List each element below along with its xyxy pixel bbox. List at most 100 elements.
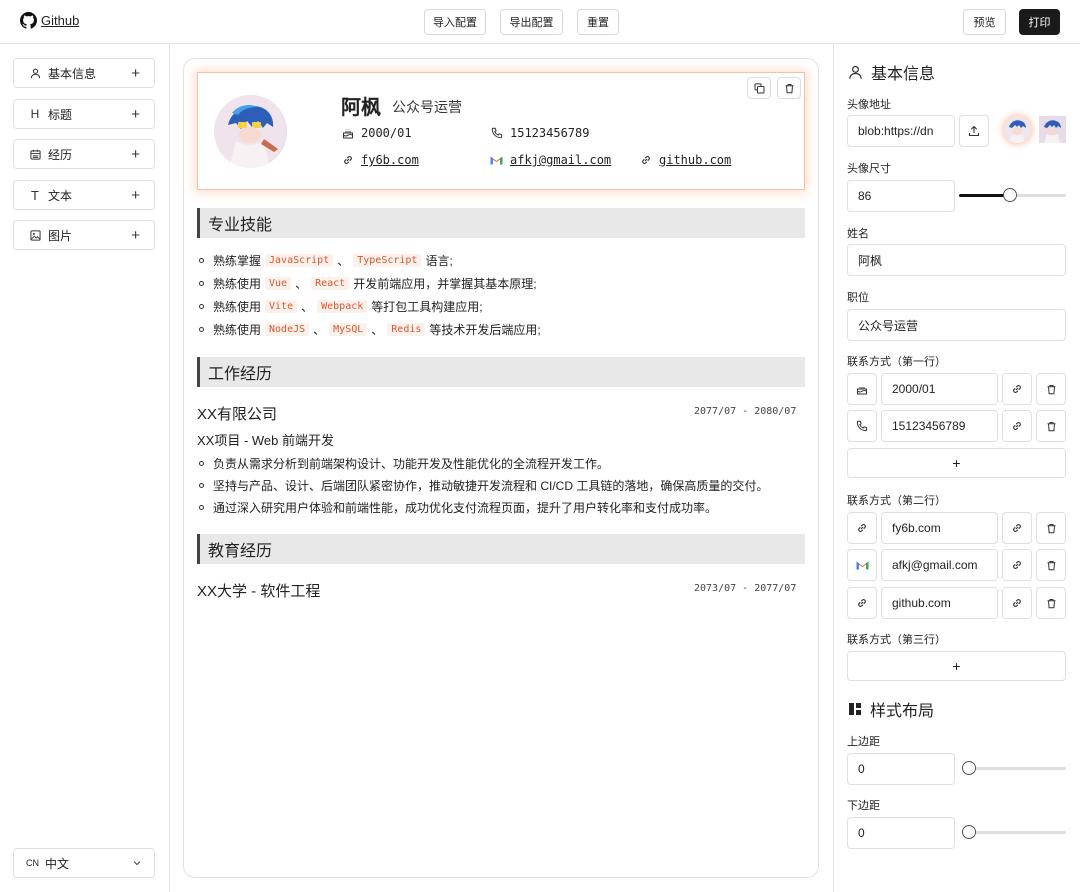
name-input[interactable]: 阿枫 bbox=[847, 244, 1066, 276]
slider-knob[interactable] bbox=[962, 761, 976, 775]
text-icon: T bbox=[31, 187, 39, 203]
skill-item: 熟练掌握 JavaScript、 TypeScript 语言; bbox=[199, 252, 453, 269]
contact-email[interactable]: afkj@gmail.com bbox=[490, 153, 611, 167]
avatar-url-input[interactable]: blob:https://dn bbox=[847, 115, 955, 147]
bottom-margin-slider[interactable] bbox=[962, 825, 1066, 839]
list-item: 坚持与产品、设计、后端团队紧密协作，推动敏捷开发流程和 CI/CD 工具链的落地… bbox=[199, 477, 768, 494]
contact-link-button[interactable] bbox=[1002, 549, 1032, 581]
delete-module-button[interactable] bbox=[777, 77, 801, 99]
bottom-margin-input[interactable]: 0 bbox=[847, 817, 955, 849]
work-point: 通过深入研究用户体验和前端性能，成功优化支付流程页面，提升了用户转化率和支付成功… bbox=[213, 501, 718, 515]
contact-site-link[interactable]: fy6b.com bbox=[361, 153, 419, 167]
contact-icon-picker[interactable] bbox=[847, 587, 877, 619]
skill-separator: 、 bbox=[301, 300, 314, 314]
contact-value-input[interactable]: fy6b.com bbox=[881, 512, 998, 544]
print-button[interactable]: 打印 bbox=[1019, 9, 1060, 35]
gmail-icon bbox=[856, 560, 869, 570]
contact-delete-button[interactable] bbox=[1036, 410, 1066, 442]
export-config-button[interactable]: 导出配置 bbox=[500, 9, 563, 35]
upload-avatar-button[interactable] bbox=[959, 115, 989, 147]
trash-icon bbox=[1046, 560, 1057, 571]
calendar-icon bbox=[28, 149, 42, 160]
education-date: 2073/07 - 2077/07 bbox=[694, 583, 797, 594]
contact-value-input[interactable]: afkj@gmail.com bbox=[881, 549, 998, 581]
top-margin-input[interactable]: 0 bbox=[847, 753, 955, 785]
github-link[interactable]: Github bbox=[20, 12, 79, 29]
add-contact-row3-button[interactable]: + bbox=[847, 651, 1066, 681]
skill-code: Redis bbox=[387, 323, 426, 336]
contact-link-button[interactable] bbox=[1002, 410, 1032, 442]
plus-icon: + bbox=[131, 145, 140, 163]
reset-button[interactable]: 重置 bbox=[577, 9, 619, 35]
resume-name: 阿枫 bbox=[341, 97, 381, 119]
contact-email-link[interactable]: afkj@gmail.com bbox=[510, 153, 611, 167]
contact-link-button[interactable] bbox=[1002, 373, 1032, 405]
sidebar-item-text[interactable]: T 文本 + bbox=[13, 180, 155, 210]
slider-knob[interactable] bbox=[962, 825, 976, 839]
name-label: 姓名 bbox=[847, 228, 869, 240]
avatar-square-option[interactable] bbox=[1039, 116, 1066, 143]
copy-module-button[interactable] bbox=[747, 77, 771, 99]
sidebar-item-basic-info[interactable]: 基本信息 + bbox=[13, 58, 155, 88]
skill-item: 熟练使用 Vue、 React 开发前端应用，并掌握其基本原理; bbox=[199, 275, 537, 292]
contact-birth: 2000/01 bbox=[341, 126, 412, 140]
language-select[interactable]: CN 中文 bbox=[13, 848, 155, 878]
contact-delete-button[interactable] bbox=[1036, 587, 1066, 619]
contact-github[interactable]: github.com bbox=[639, 153, 731, 167]
contact-delete-button[interactable] bbox=[1036, 512, 1066, 544]
skill-separator: 、 bbox=[313, 323, 326, 337]
top-margin-slider[interactable] bbox=[962, 761, 1066, 775]
import-config-button[interactable]: 导入配置 bbox=[424, 9, 486, 35]
plus-icon: + bbox=[131, 64, 140, 82]
resume-header-card[interactable]: 阿枫 公众号运营 2000/01 15123456789 fy6b.com af… bbox=[197, 72, 805, 190]
list-item: 通过深入研究用户体验和前端性能，成功优化支付流程页面，提升了用户转化率和支付成功… bbox=[199, 499, 717, 516]
avatar bbox=[214, 95, 287, 168]
section-title-education[interactable]: 教育经历 bbox=[197, 534, 805, 564]
preview-button[interactable]: 预览 bbox=[963, 9, 1006, 35]
skill-code: MySQL bbox=[329, 323, 368, 336]
contact-value-input[interactable]: 2000/01 bbox=[881, 373, 998, 405]
contact-icon-picker[interactable] bbox=[847, 512, 877, 544]
contact-value-input[interactable]: 15123456789 bbox=[881, 410, 998, 442]
section-title-skills[interactable]: 专业技能 bbox=[197, 208, 805, 238]
contact-icon-picker[interactable] bbox=[847, 549, 877, 581]
contact-link-button[interactable] bbox=[1002, 512, 1032, 544]
link-icon bbox=[1011, 597, 1023, 609]
avatar-size-slider[interactable] bbox=[959, 188, 1066, 202]
sidebar-item-image[interactable]: 图片 + bbox=[13, 220, 155, 250]
trash-icon bbox=[1046, 598, 1057, 609]
avatar-round-option[interactable] bbox=[1004, 116, 1031, 143]
contact-site[interactable]: fy6b.com bbox=[341, 153, 419, 167]
sidebar-item-experience[interactable]: 经历 + bbox=[13, 139, 155, 169]
add-contact-row1-button[interactable]: + bbox=[847, 448, 1066, 478]
skill-text: 语言; bbox=[425, 254, 453, 268]
skill-text: 等技术开发后端应用; bbox=[429, 323, 541, 337]
contact-icon-picker[interactable] bbox=[847, 410, 877, 442]
contact-delete-button[interactable] bbox=[1036, 549, 1066, 581]
plus-icon: + bbox=[131, 186, 140, 204]
phone-icon bbox=[490, 127, 503, 139]
skill-separator: 、 bbox=[371, 323, 384, 337]
skill-text: 熟练掌握 bbox=[213, 254, 262, 268]
section-title-work[interactable]: 工作经历 bbox=[197, 357, 805, 387]
link-icon bbox=[1011, 522, 1023, 534]
trash-icon bbox=[784, 83, 795, 94]
top-bar: Github 导入配置 导出配置 重置 预览 打印 bbox=[0, 0, 1080, 44]
contact-icon-picker[interactable] bbox=[847, 373, 877, 405]
trash-icon bbox=[1046, 384, 1057, 395]
avatar-url-label: 头像地址 bbox=[847, 99, 891, 111]
link-icon bbox=[856, 522, 868, 534]
avatar-size-input[interactable]: 86 bbox=[847, 180, 955, 212]
contact-github-link[interactable]: github.com bbox=[659, 153, 731, 167]
contact-delete-button[interactable] bbox=[1036, 373, 1066, 405]
education-school: XX大学 - 软件工程 bbox=[197, 583, 321, 600]
contact-link-button[interactable] bbox=[1002, 587, 1032, 619]
skill-code: Vue bbox=[265, 277, 292, 290]
job-input[interactable]: 公众号运营 bbox=[847, 309, 1066, 341]
contact-row1-label: 联系方式（第一行） bbox=[847, 356, 946, 368]
sidebar-item-heading[interactable]: H 标题 + bbox=[13, 99, 155, 129]
skill-item: 熟练使用 Vite、 Webpack 等打包工具构建应用; bbox=[199, 298, 483, 315]
contact-value-input[interactable]: github.com bbox=[881, 587, 998, 619]
basic-info-header: 基本信息 bbox=[848, 60, 935, 84]
language-code: CN bbox=[26, 858, 39, 868]
